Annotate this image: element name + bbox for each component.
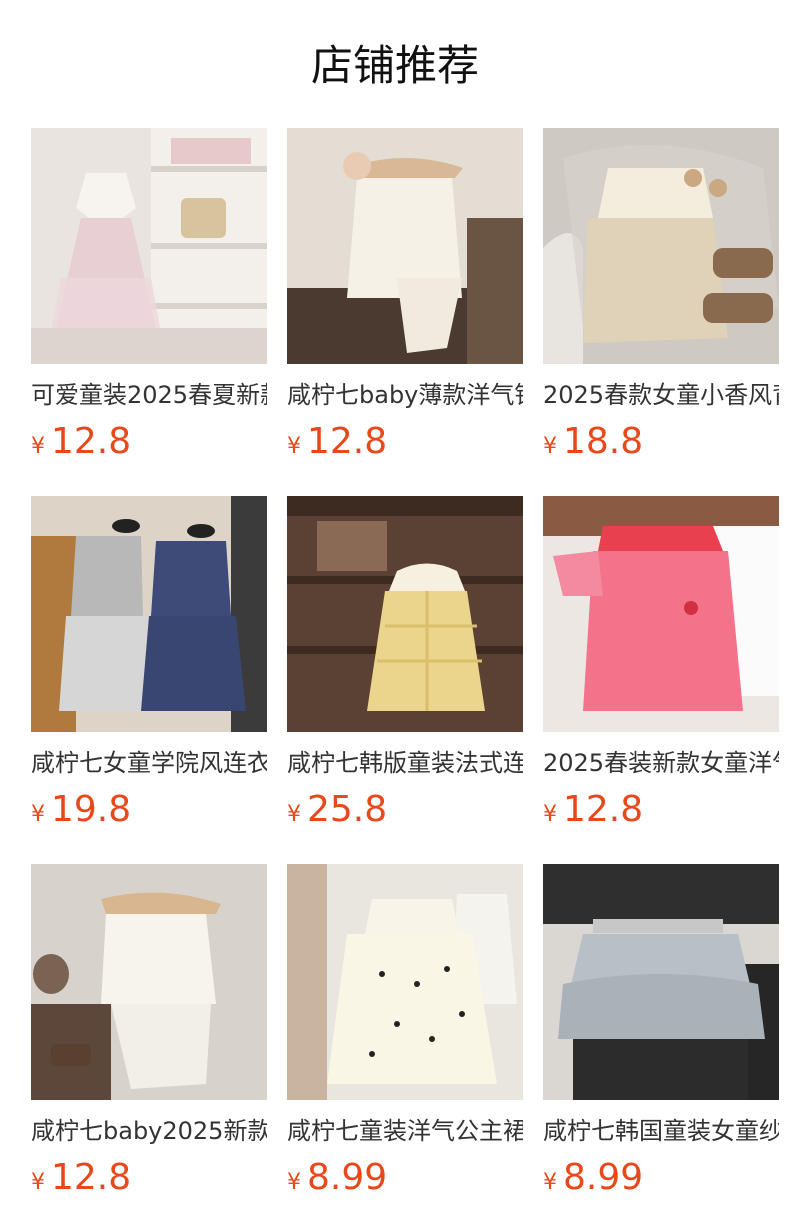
currency-symbol: ¥ bbox=[543, 434, 557, 459]
price-value: 18.8 bbox=[563, 421, 644, 462]
price-value: 8.99 bbox=[563, 1157, 644, 1198]
price-value: 8.99 bbox=[307, 1157, 388, 1198]
product-price: ¥ 12.8 bbox=[543, 788, 779, 832]
product-price: ¥ 18.8 bbox=[543, 420, 779, 464]
product-card[interactable]: 咸柠七韩国童装女童纱裙 ¥ 8.99 bbox=[543, 864, 779, 1200]
section-title: 店铺推荐 bbox=[310, 41, 479, 90]
product-card[interactable]: 咸柠七女童学院风连衣裙 ¥ 19.8 bbox=[31, 496, 267, 832]
product-name[interactable]: 咸柠七韩国童装女童纱裙 bbox=[543, 1114, 779, 1148]
product-price: ¥ 12.8 bbox=[287, 420, 523, 464]
product-price: ¥ 19.8 bbox=[31, 788, 267, 832]
product-name[interactable]: 2025春装新款女童洋气 bbox=[543, 746, 779, 780]
price-value: 12.8 bbox=[563, 789, 644, 830]
product-name[interactable]: 咸柠七童装洋气公主裙 bbox=[287, 1114, 523, 1148]
price-value: 19.8 bbox=[51, 789, 132, 830]
product-grid: 可爱童装2025春夏新款 ¥ 12.8 咸柠七baby薄款洋气针织 bbox=[31, 128, 780, 1200]
product-image[interactable] bbox=[543, 496, 779, 732]
price-value: 12.8 bbox=[51, 1157, 132, 1198]
product-card[interactable]: 可爱童装2025春夏新款 ¥ 12.8 bbox=[31, 128, 267, 464]
product-name[interactable]: 咸柠七韩版童装法式连衣裙 bbox=[287, 746, 523, 780]
product-name[interactable]: 2025春款女童小香风背带 bbox=[543, 378, 779, 412]
product-image[interactable] bbox=[543, 864, 779, 1100]
product-price: ¥ 8.99 bbox=[287, 1156, 523, 1200]
product-card[interactable]: 咸柠七童装洋气公主裙 ¥ 8.99 bbox=[287, 864, 523, 1200]
price-value: 12.8 bbox=[307, 421, 388, 462]
currency-symbol: ¥ bbox=[31, 1170, 45, 1195]
product-image[interactable] bbox=[287, 496, 523, 732]
product-card[interactable]: 咸柠七韩版童装法式连衣裙 ¥ 25.8 bbox=[287, 496, 523, 832]
currency-symbol: ¥ bbox=[543, 1170, 557, 1195]
product-price: ¥ 8.99 bbox=[543, 1156, 779, 1200]
product-name[interactable]: 可爱童装2025春夏新款 bbox=[31, 378, 267, 412]
product-card[interactable]: 咸柠七baby2025新款套装 ¥ 12.8 bbox=[31, 864, 267, 1200]
product-name[interactable]: 咸柠七女童学院风连衣裙 bbox=[31, 746, 267, 780]
currency-symbol: ¥ bbox=[31, 434, 45, 459]
currency-symbol: ¥ bbox=[543, 802, 557, 827]
currency-symbol: ¥ bbox=[31, 802, 45, 827]
product-name[interactable]: 咸柠七baby2025新款套装 bbox=[31, 1114, 267, 1148]
product-image[interactable] bbox=[31, 864, 267, 1100]
product-price: ¥ 25.8 bbox=[287, 788, 523, 832]
product-card[interactable]: 2025春款女童小香风背带 ¥ 18.8 bbox=[543, 128, 779, 464]
product-image[interactable] bbox=[287, 864, 523, 1100]
price-value: 25.8 bbox=[307, 789, 388, 830]
currency-symbol: ¥ bbox=[287, 1170, 301, 1195]
product-name[interactable]: 咸柠七baby薄款洋气针织 bbox=[287, 378, 523, 412]
currency-symbol: ¥ bbox=[287, 802, 301, 827]
product-price: ¥ 12.8 bbox=[31, 1156, 267, 1200]
product-card[interactable]: 2025春装新款女童洋气 ¥ 12.8 bbox=[543, 496, 779, 832]
recommendation-page: 店铺推荐 可爱童装2025春夏新款 ¥ 12.8 咸柠七baby薄款洋气 ¥ 1… bbox=[0, 0, 790, 1232]
product-image[interactable] bbox=[543, 128, 779, 364]
price-value: 12.8 bbox=[51, 421, 132, 462]
product-image[interactable] bbox=[287, 128, 523, 364]
product-image[interactable] bbox=[31, 128, 267, 364]
currency-symbol: ¥ bbox=[287, 434, 301, 459]
product-card[interactable]: 咸柠七baby薄款洋气针织 ¥ 12.8 bbox=[287, 128, 523, 464]
product-image[interactable] bbox=[31, 496, 267, 732]
product-price: ¥ 12.8 bbox=[31, 420, 267, 464]
